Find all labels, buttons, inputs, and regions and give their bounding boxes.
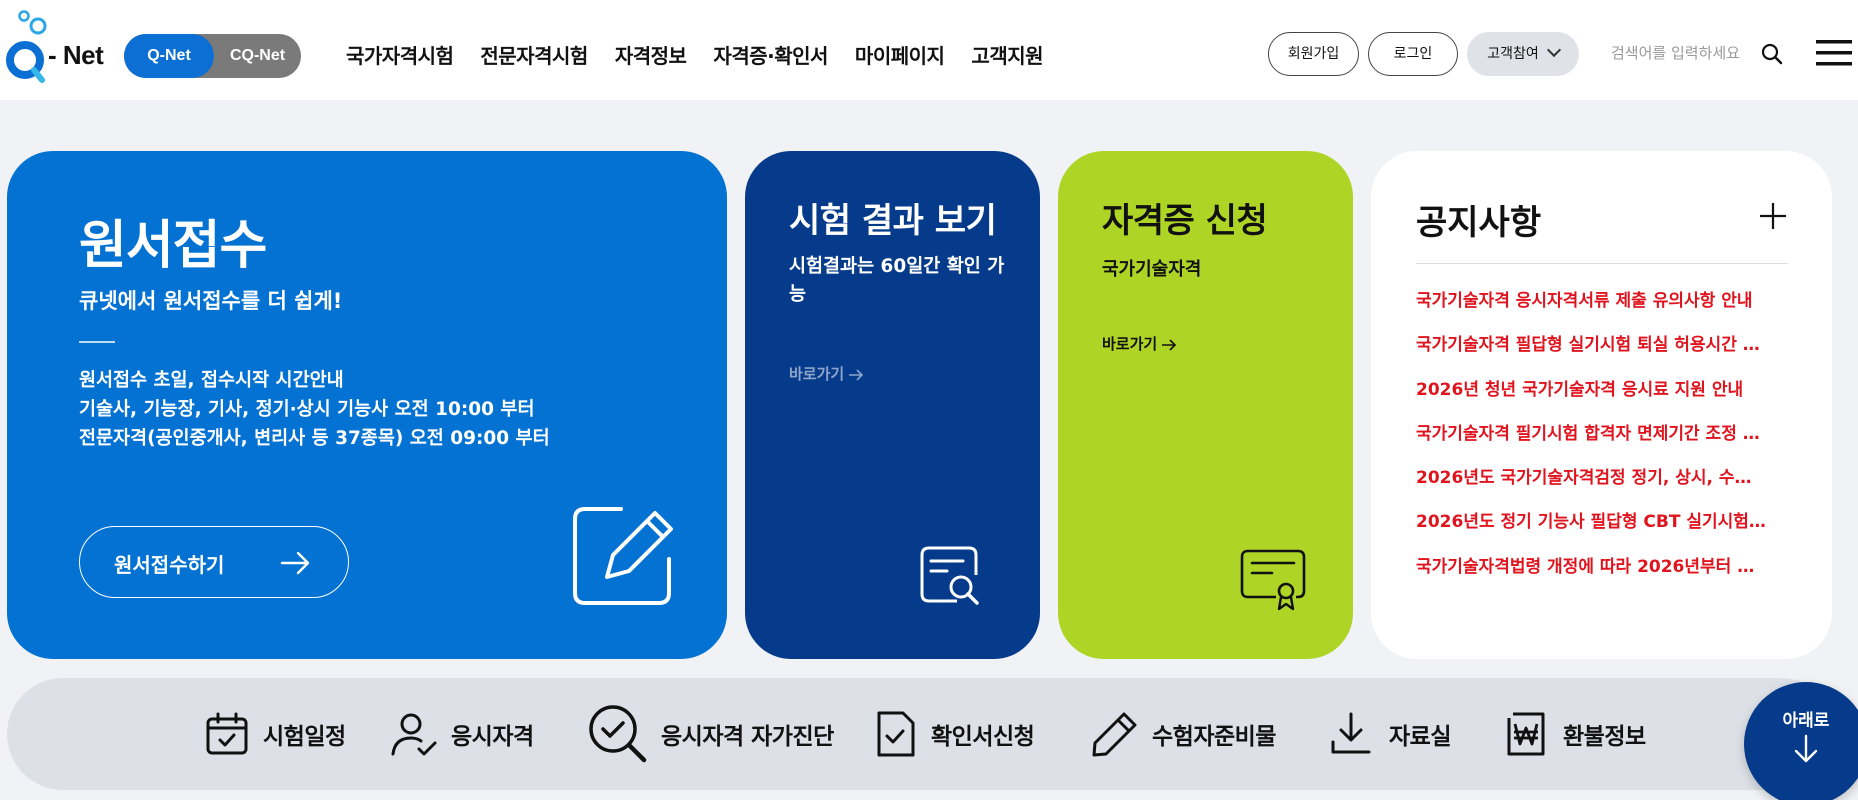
won-currency-icon <box>1507 712 1545 756</box>
certificate-apply-card[interactable]: 자격증 신청 국가기술자격 바로가기 <box>1058 151 1353 659</box>
header: - Net Q-Net CQ-Net 국가자격시험 전문자격시험 자격정보 자격… <box>0 0 1858 100</box>
scroll-down-label: 아래로 <box>1782 711 1830 731</box>
apply-info-line: 원서접수 초일, 접수시작 시간안내 <box>79 370 344 391</box>
main-nav: 국가자격시험 전문자격시험 자격정보 자격증·확인서 마이페이지 고객지원 <box>346 40 1070 70</box>
quick-confirmation-apply[interactable]: 확인서신청 <box>873 704 1035 764</box>
customer-participation-label: 고객참여 <box>1487 46 1539 62</box>
apply-button[interactable]: 원서접수하기 <box>79 526 349 598</box>
arrow-right-icon <box>280 551 310 575</box>
notice-list: 국가기술자격 응시자격서류 제출 유의사항 안내 국가기술자격 필답형 실기시험… <box>1416 289 1766 599</box>
exam-result-link-label: 바로가기 <box>789 365 845 383</box>
divider <box>1416 263 1788 264</box>
quick-item-label: 응시자격 <box>451 724 534 750</box>
notice-card: 공지사항 국가기술자격 응시자격서류 제출 유의사항 안내 국가기술자격 필답형… <box>1371 151 1832 659</box>
apply-info-line: 기술사, 기능장, 기사, 정기·상시 기능사 오전 10:00 부터 <box>79 399 535 420</box>
nav-professional-exam[interactable]: 전문자격시험 <box>480 40 588 70</box>
quick-refund-info[interactable]: 환불정보 <box>1503 704 1646 764</box>
certificate-apply-link-label: 바로가기 <box>1102 335 1158 353</box>
quick-item-label: 응시자격 자가진단 <box>661 724 834 750</box>
nav-mypage[interactable]: 마이페이지 <box>855 40 945 70</box>
apply-subtitle: 큐넷에서 원서접수를 더 쉽게! <box>79 289 343 313</box>
scroll-down-button[interactable]: 아래로 <box>1744 682 1858 800</box>
quick-exam-schedule[interactable]: 시험일정 <box>203 704 346 764</box>
exam-result-subtitle: 시험결과는 60일간 확인 가능 <box>789 256 1005 305</box>
certificate-apply-subtitle: 국가기술자격 <box>1102 259 1202 280</box>
notice-item[interactable]: 국가기술자격 필기시험 합격자 면제기간 조정 안내 <box>1416 422 1766 466</box>
apply-card: 원서접수 큐넷에서 원서접수를 더 쉽게! 원서접수 초일, 접수시작 시간안내… <box>7 151 727 659</box>
certificate-icon <box>1240 549 1306 611</box>
hamburger-menu-icon[interactable] <box>1816 38 1852 68</box>
exam-result-card[interactable]: 시험 결과 보기 시험결과는 60일간 확인 가능 바로가기 <box>745 151 1040 659</box>
arrow-down-icon <box>1794 734 1818 763</box>
quick-item-label: 확인서신청 <box>931 724 1035 750</box>
quick-exam-supplies[interactable]: 수험자준비물 <box>1090 704 1276 764</box>
notice-item[interactable]: 국가기술자격 응시자격서류 제출 유의사항 안내 <box>1416 289 1766 333</box>
logo-text: - Net <box>48 40 104 70</box>
toggle-cqnet[interactable]: CQ-Net <box>214 34 301 78</box>
certificate-apply-title: 자격증 신청 <box>1102 201 1268 241</box>
quick-item-label: 시험일정 <box>263 724 346 750</box>
search-check-icon <box>589 705 647 763</box>
exam-result-title: 시험 결과 보기 <box>789 201 997 241</box>
quick-eligibility[interactable]: 응시자격 <box>389 704 534 764</box>
nav-national-exam[interactable]: 국가자격시험 <box>346 40 454 70</box>
arrow-right-icon <box>849 368 864 381</box>
pencil-icon <box>1092 712 1137 757</box>
apply-info: 원서접수 초일, 접수시작 시간안내 기술사, 기능장, 기사, 정기·상시 기… <box>79 366 550 453</box>
notice-item[interactable]: 2026년 청년 국가기술자격 응시료 지원 안내 <box>1416 378 1766 422</box>
toggle-qnet[interactable]: Q-Net <box>124 34 214 78</box>
quick-item-label: 수험자준비물 <box>1152 724 1276 750</box>
notice-item[interactable]: 2026년도 정기 기능사 필답형 CBT 실기시험 안내 <box>1416 510 1766 554</box>
quick-menu-bar: 시험일정 응시자격 응시자격 자가진단 확인서신청 수험자준비물 자료실 환불정… <box>7 678 1837 790</box>
quick-item-label: 환불정보 <box>1563 724 1646 750</box>
customer-participation-button[interactable]: 고객참여 <box>1467 32 1579 76</box>
nav-certificate[interactable]: 자격증·확인서 <box>713 40 828 70</box>
arrow-right-icon <box>1162 338 1177 351</box>
nav-support[interactable]: 고객지원 <box>971 40 1043 70</box>
exam-result-link[interactable]: 바로가기 <box>789 363 864 384</box>
chevron-down-icon <box>1546 42 1561 58</box>
quick-resources[interactable]: 자료실 <box>1329 704 1451 764</box>
edit-document-icon <box>573 507 673 605</box>
person-check-icon <box>391 713 437 756</box>
document-search-icon <box>920 546 979 605</box>
divider <box>79 341 115 343</box>
login-button[interactable]: 로그인 <box>1368 32 1458 76</box>
quick-self-diagnosis[interactable]: 응시자격 자가진단 <box>587 704 834 764</box>
certificate-apply-link[interactable]: 바로가기 <box>1102 333 1177 354</box>
join-button[interactable]: 회원가입 <box>1268 32 1359 76</box>
notice-item[interactable]: 국가기술자격 필답형 실기시험 퇴실 허용시간 안내 <box>1416 333 1766 377</box>
notice-item[interactable]: 국가기술자격법령 개정에 따라 2026년부터 변경사항 안내 <box>1416 555 1766 599</box>
calendar-check-icon <box>206 712 248 755</box>
nav-qualification-info[interactable]: 자격정보 <box>615 40 687 70</box>
quick-item-label: 자료실 <box>1389 724 1451 750</box>
notice-item[interactable]: 2026년도 국가기술자격검정 정기, 상시, 수시 시행계획 <box>1416 466 1766 510</box>
site-toggle[interactable]: Q-Net CQ-Net <box>124 34 301 78</box>
apply-info-line: 전문자격(공인중개사, 변리사 등 37종목) 오전 09:00 부터 <box>79 428 550 449</box>
download-icon <box>1331 712 1371 754</box>
search-icon[interactable] <box>1760 42 1784 66</box>
apply-button-label: 원서접수하기 <box>114 553 225 577</box>
apply-title: 원서접수 <box>79 216 267 276</box>
plus-icon[interactable] <box>1758 201 1788 231</box>
notice-title: 공지사항 <box>1416 203 1542 243</box>
document-check-icon <box>877 711 915 757</box>
search-input[interactable]: 검색어를 입력하세요 <box>1611 42 1740 63</box>
